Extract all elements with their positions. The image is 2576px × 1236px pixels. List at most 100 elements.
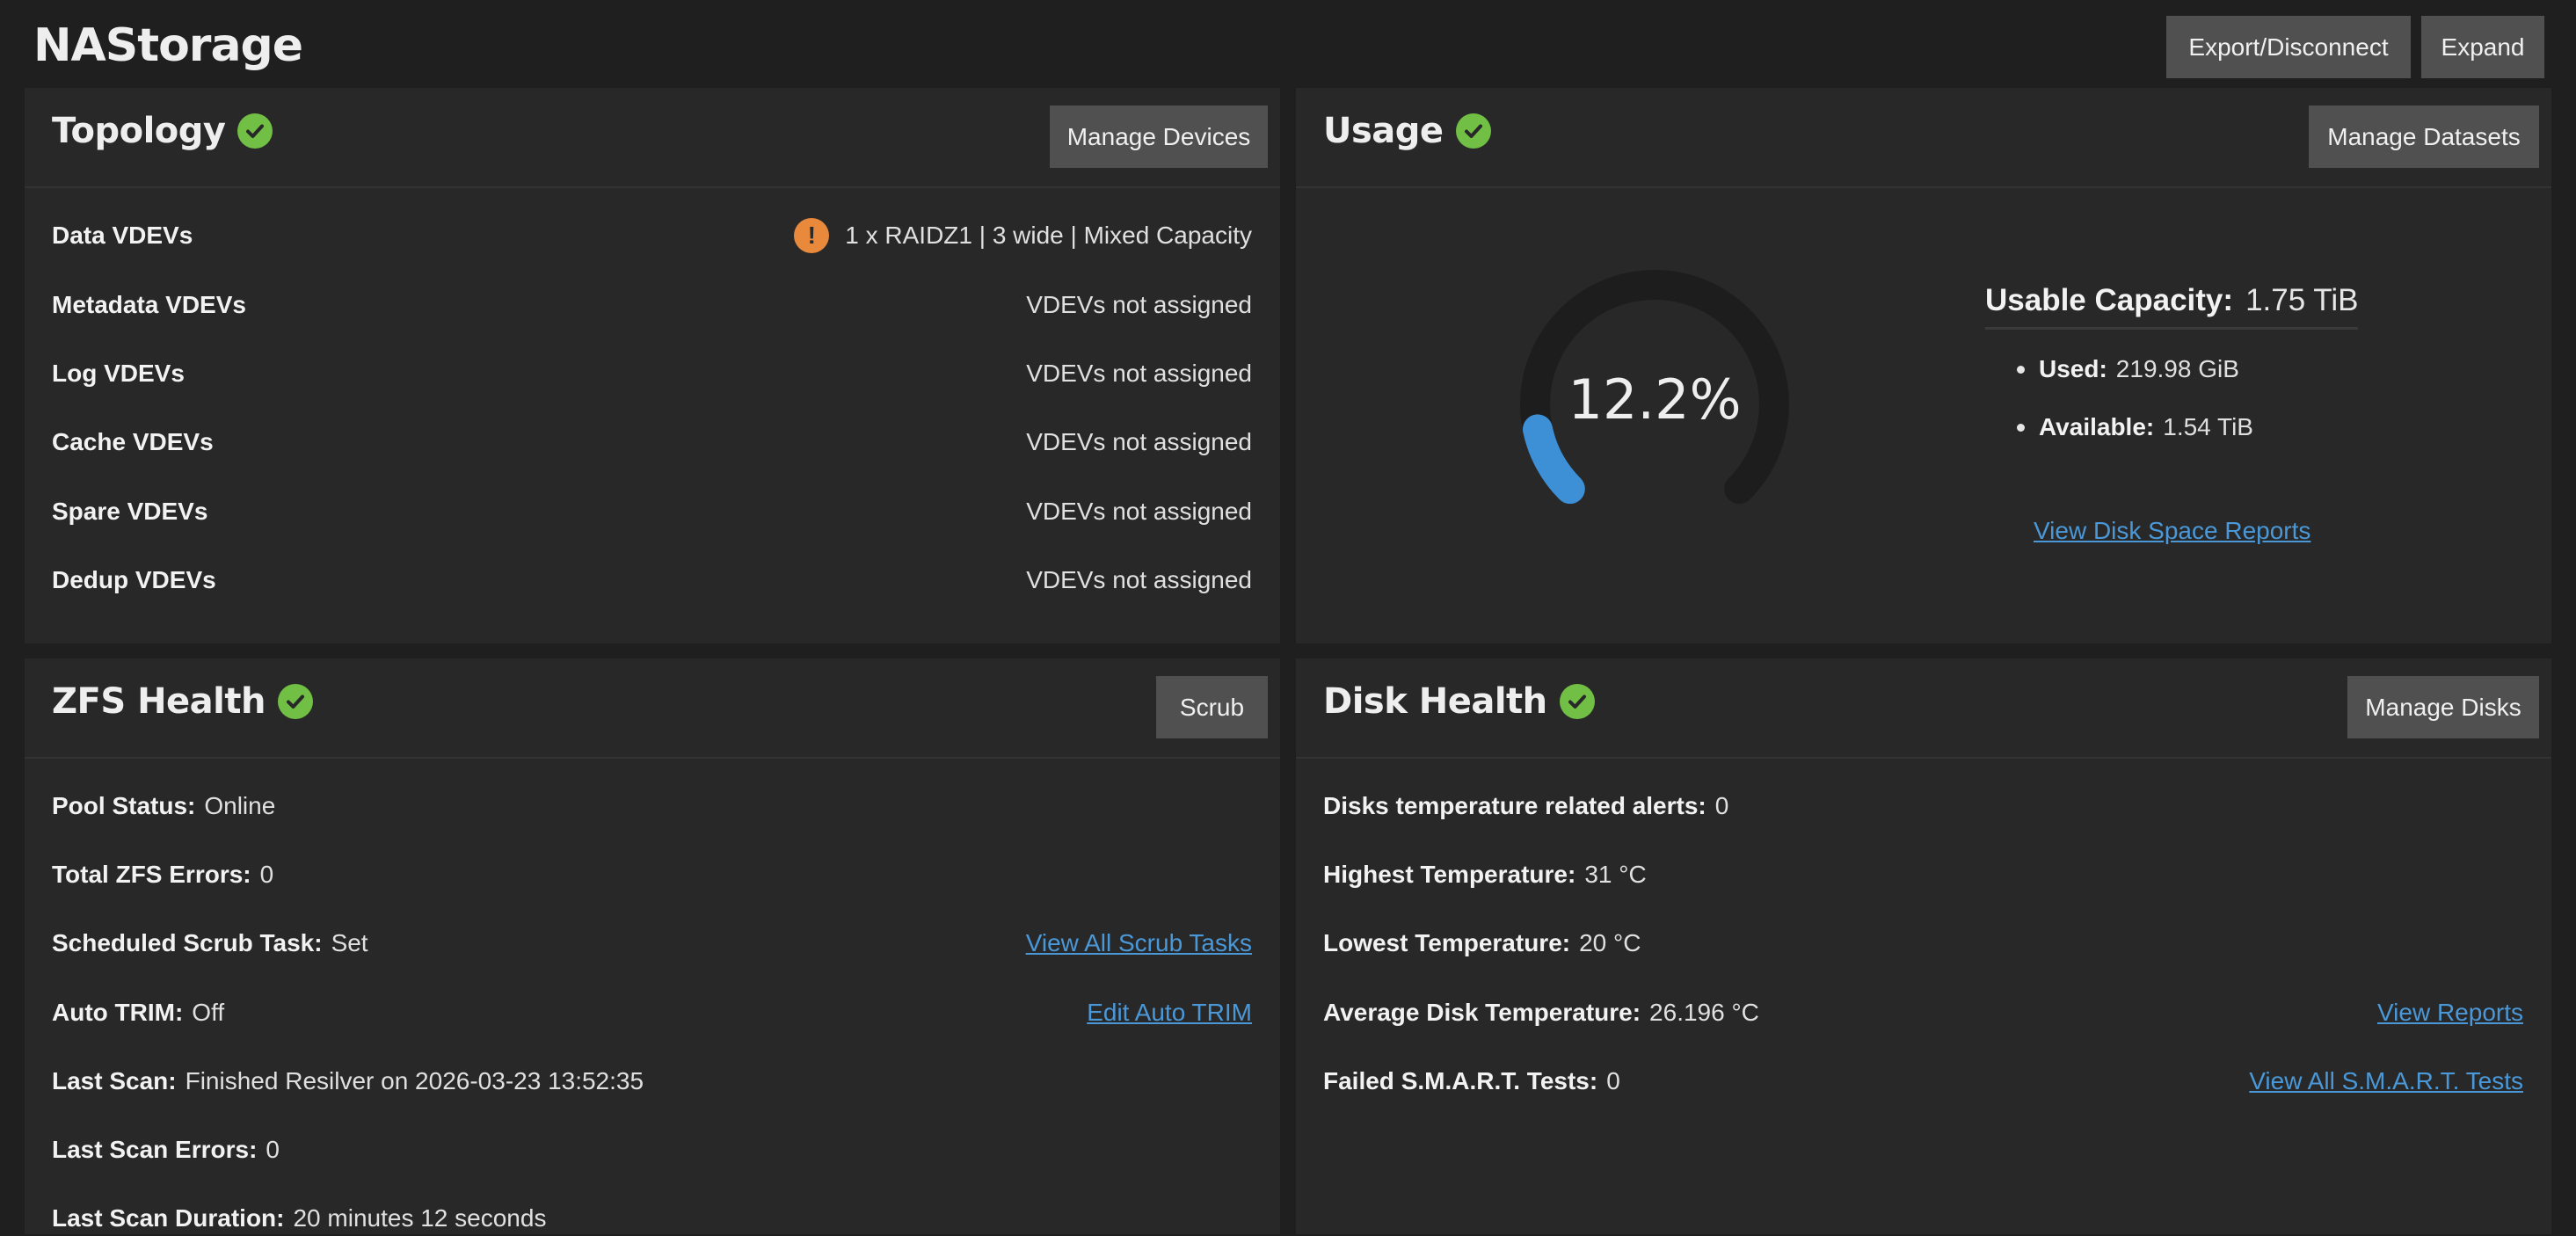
- zfs-health-header: ZFS Health Scrub: [25, 658, 1280, 759]
- scheduled-scrub-label: Scheduled Scrub Task:: [52, 929, 323, 956]
- scrub-button[interactable]: Scrub: [1156, 676, 1268, 738]
- check-circle-icon: [277, 684, 313, 719]
- edit-auto-trim-container: Edit Auto TRIM: [1087, 995, 1252, 1030]
- usage-title-text: Usage: [1323, 111, 1444, 151]
- topology-title-text: Topology: [52, 111, 226, 151]
- manage-disks-button[interactable]: Manage Disks: [2347, 676, 2539, 738]
- usable-capacity-label: Usable Capacity:: [1985, 283, 2234, 317]
- zfs-health-title: ZFS Health: [52, 681, 313, 722]
- auto-trim-label: Auto TRIM:: [52, 999, 184, 1026]
- vdev-label: Metadata VDEVs: [52, 291, 246, 318]
- auto-trim-value: Off: [192, 999, 225, 1026]
- usable-capacity-value: 1.75 TiB: [2245, 283, 2359, 317]
- last-scan-label: Last Scan:: [52, 1067, 177, 1094]
- view-reports-container: View Reports: [2377, 995, 2523, 1030]
- manage-devices-button[interactable]: Manage Devices: [1050, 105, 1268, 168]
- gauge-fill: [1523, 414, 1585, 505]
- pool-header: NAStorage Export/Disconnect Expand: [0, 0, 2576, 88]
- failed-smart-value: 0: [1606, 1067, 1620, 1094]
- used-value: 219.98 GiB: [2115, 355, 2239, 382]
- disk-health-title: Disk Health: [1323, 681, 1595, 722]
- view-all-scrub-tasks-container: View All Scrub Tasks: [1026, 926, 1252, 961]
- vdev-label: Dedup VDEVs: [52, 566, 216, 593]
- vdev-value-data: ! 1 x RAIDZ1 | 3 wide | Mixed Capacity: [794, 218, 1252, 253]
- vdev-value: 1 x RAIDZ1 | 3 wide | Mixed Capacity: [845, 222, 1252, 249]
- view-all-smart-tests-link[interactable]: View All S.M.A.R.T. Tests: [2249, 1067, 2523, 1095]
- check-circle-icon: [1559, 684, 1595, 719]
- vdev-value-metadata: VDEVs not assigned: [1026, 287, 1252, 323]
- zfs-health-card: ZFS Health Scrub Pool Status: Online Tot…: [25, 658, 1280, 1234]
- total-zfs-errors-value: 0: [259, 861, 274, 888]
- vdev-value-log: VDEVs not assigned: [1026, 356, 1252, 391]
- view-all-scrub-tasks-link[interactable]: View All Scrub Tasks: [1026, 929, 1252, 957]
- vdev-value: VDEVs not assigned: [1026, 566, 1252, 593]
- vdev-value-dedup: VDEVs not assigned: [1026, 563, 1252, 598]
- total-zfs-errors-row: Total ZFS Errors: 0: [52, 857, 273, 892]
- average-temp-value: 26.196 °C: [1649, 999, 1759, 1026]
- check-circle-icon: [237, 113, 273, 149]
- topology-title: Topology: [52, 111, 273, 151]
- edit-auto-trim-link[interactable]: Edit Auto TRIM: [1087, 999, 1252, 1027]
- disk-health-header: Disk Health Manage Disks: [1296, 658, 2551, 759]
- scheduled-scrub-row: Scheduled Scrub Task: Set: [52, 926, 368, 961]
- pool-status-value: Online: [204, 792, 276, 819]
- temp-alerts-value: 0: [1714, 792, 1729, 819]
- view-all-smart-container: View All S.M.A.R.T. Tests: [2249, 1064, 2523, 1099]
- usage-gauge: 12.2%: [1520, 270, 1789, 505]
- vdev-value-spare: VDEVs not assigned: [1026, 494, 1252, 529]
- topology-header: Topology Manage Devices: [25, 88, 1280, 188]
- vdev-value-cache: VDEVs not assigned: [1026, 425, 1252, 460]
- usage-card: Usage Manage Datasets 12.2% Usable Capac…: [1296, 88, 2551, 643]
- vdev-row-metadata: Metadata VDEVs: [52, 287, 246, 323]
- disk-health-card: Disk Health Manage Disks Disks temperatu…: [1296, 658, 2551, 1234]
- vdev-value: VDEVs not assigned: [1026, 360, 1252, 387]
- temp-alerts-label: Disks temperature related alerts:: [1323, 792, 1706, 819]
- auto-trim-row: Auto TRIM: Off: [52, 995, 224, 1030]
- vdev-row-dedup: Dedup VDEVs: [52, 563, 216, 598]
- temp-alerts-row: Disks temperature related alerts: 0: [1323, 789, 1728, 824]
- used-item: Used: 219.98 GiB: [2017, 355, 2239, 383]
- export-disconnect-button[interactable]: Export/Disconnect: [2166, 16, 2411, 78]
- average-temp-row: Average Disk Temperature: 26.196 °C: [1323, 995, 1759, 1030]
- pool-title: NAStorage: [33, 19, 303, 72]
- check-circle-icon: [1455, 113, 1491, 149]
- last-scan-duration-row: Last Scan Duration: 20 minutes 12 second…: [52, 1201, 546, 1236]
- view-disk-space-reports-link[interactable]: View Disk Space Reports: [2034, 517, 2310, 545]
- pool-status-label: Pool Status:: [52, 792, 196, 819]
- topology-card: Topology Manage Devices Data VDEVs ! 1 x…: [25, 88, 1280, 643]
- available-item: Available: 1.54 TiB: [2017, 413, 2253, 441]
- lowest-temp-value: 20 °C: [1579, 929, 1641, 956]
- average-temp-label: Average Disk Temperature:: [1323, 999, 1641, 1026]
- vdev-label: Spare VDEVs: [52, 498, 208, 525]
- scheduled-scrub-value: Set: [331, 929, 368, 956]
- highest-temp-label: Highest Temperature:: [1323, 861, 1576, 888]
- last-scan-errors-value: 0: [266, 1136, 280, 1163]
- last-scan-duration-label: Last Scan Duration:: [52, 1204, 285, 1232]
- total-zfs-errors-label: Total ZFS Errors:: [52, 861, 251, 888]
- failed-smart-label: Failed S.M.A.R.T. Tests:: [1323, 1067, 1598, 1094]
- zfs-health-title-text: ZFS Health: [52, 681, 266, 722]
- view-reports-link[interactable]: View Reports: [2377, 999, 2523, 1027]
- warning-icon[interactable]: !: [794, 218, 830, 253]
- manage-datasets-button[interactable]: Manage Datasets: [2309, 105, 2539, 168]
- vdev-row-spare: Spare VDEVs: [52, 494, 207, 529]
- vdev-value: VDEVs not assigned: [1026, 291, 1252, 318]
- lowest-temp-label: Lowest Temperature:: [1323, 929, 1571, 956]
- available-label: Available:: [2039, 413, 2155, 440]
- highest-temp-row: Highest Temperature: 31 °C: [1323, 857, 1647, 892]
- last-scan-row: Last Scan: Finished Resilver on 2026-03-…: [52, 1064, 644, 1099]
- last-scan-duration-value: 20 minutes 12 seconds: [293, 1204, 547, 1232]
- vdev-label: Cache VDEVs: [52, 428, 214, 455]
- vdev-value: VDEVs not assigned: [1026, 498, 1252, 525]
- vdev-label: Data VDEVs: [52, 222, 193, 249]
- last-scan-errors-row: Last Scan Errors: 0: [52, 1132, 280, 1167]
- pool-status-row: Pool Status: Online: [52, 789, 275, 824]
- vdev-label: Log VDEVs: [52, 360, 185, 387]
- usable-capacity: Usable Capacity: 1.75 TiB: [1985, 283, 2359, 330]
- disk-health-title-text: Disk Health: [1323, 681, 1547, 722]
- last-scan-value: Finished Resilver on 2026-03-23 13:52:35: [185, 1067, 644, 1094]
- vdev-value: VDEVs not assigned: [1026, 428, 1252, 455]
- expand-button[interactable]: Expand: [2421, 16, 2544, 78]
- vdev-row-data: Data VDEVs: [52, 218, 193, 253]
- vdev-row-cache: Cache VDEVs: [52, 425, 214, 460]
